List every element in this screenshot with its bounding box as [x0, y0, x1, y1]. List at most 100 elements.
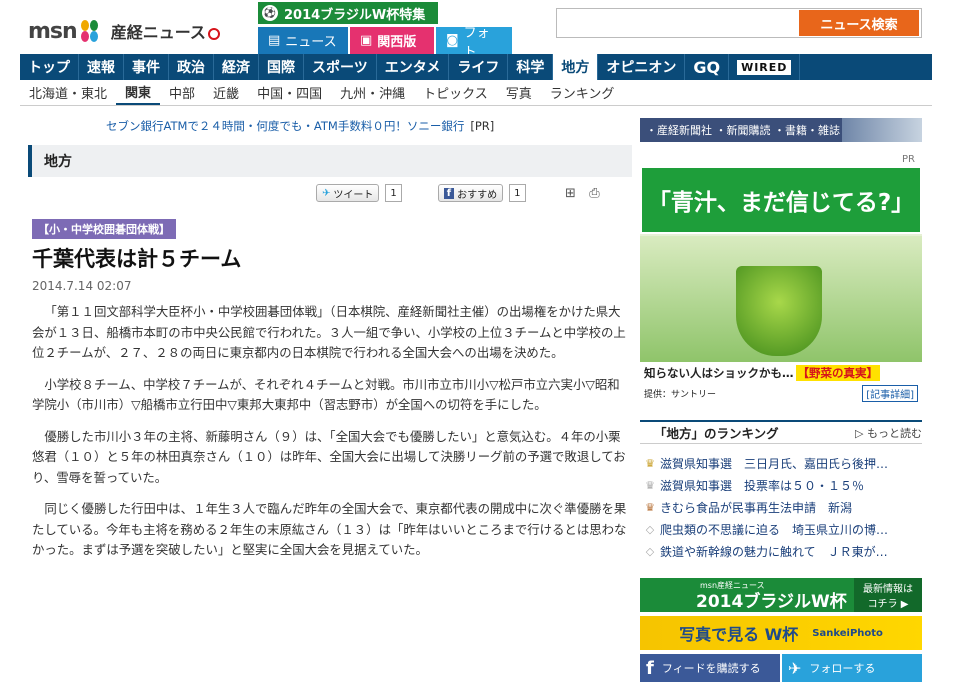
article-body: 「第１１回文部科学大臣杯小・中学校囲碁団体戦」（日本棋院、産経新聞社主催）の出場… — [32, 302, 632, 572]
nav-gq[interactable]: GQ — [685, 54, 730, 80]
subnav-kinki[interactable]: 近畿 — [204, 80, 248, 105]
article-paragraph: 優勝した市川小３年の主将、新藤明さん（９）は、「全国大会でも優勝したい」と意気込… — [32, 428, 626, 485]
news-search-button[interactable]: ニュース検索 — [799, 10, 919, 36]
wcup-banner-brand: msn産経ニュース — [700, 581, 765, 590]
building-image — [842, 118, 922, 142]
article-title: 千葉代表は計５チーム — [32, 247, 242, 271]
ranking-item[interactable]: ♛ きむら食品が民事再生法申請 新潟 — [640, 496, 922, 518]
ad-detail-link[interactable]: [記事詳細] — [862, 384, 918, 402]
subnav-ranking[interactable]: ランキング — [541, 80, 624, 105]
subnav-hokkaido-tohoku[interactable]: 北海道・東北 — [20, 80, 116, 105]
ranking-list: ♛ 滋賀県知事選 三日月氏、嘉田氏ら後押… ♛ 滋賀県知事選 投票率は５０・１５％ … — [640, 452, 922, 562]
ad-caption-highlight: 【野菜の真実】 — [795, 365, 880, 381]
ranking-more-link[interactable]: ▷ もっと読む — [855, 425, 922, 441]
nav-science[interactable]: 科学 — [508, 54, 554, 80]
subnav-photos[interactable]: 写真 — [497, 80, 541, 105]
facebook-recommend-button[interactable]: f おすすめ — [437, 184, 504, 202]
section-title: 地方 — [28, 145, 632, 177]
wcup-banner[interactable]: msn産経ニュース 2014ブラジルW杯 最新情報は コチラ ▶ — [640, 578, 922, 612]
nav-sports[interactable]: スポーツ — [304, 54, 377, 80]
chevron-right-icon: ◇ — [645, 522, 655, 536]
tweet-label: ツイート — [333, 189, 374, 201]
subnav-kanto[interactable]: 関東 — [116, 80, 161, 105]
subnav-topics[interactable]: トピックス — [414, 80, 497, 105]
wcup-tab-label: 2014ブラジルW杯特集 — [284, 7, 426, 23]
subnav-chugoku-shikoku[interactable]: 中国・四国 — [248, 80, 331, 105]
pr-ad-link[interactable]: セブン銀行ATMで２４時間・何度でも・ATM手数料０円！ソニー銀行 — [106, 119, 464, 133]
green-juice-glass-image — [736, 266, 822, 356]
subnav-chubu[interactable]: 中部 — [160, 80, 204, 105]
ranking-item-label: きむら食品が民事再生法申請 新潟 — [660, 500, 853, 515]
twitter-bird-icon: ✈ — [322, 187, 331, 199]
twitter-follow-label: フォローする — [809, 662, 876, 675]
twitter-follow-button[interactable]: ✈ フォローする — [782, 654, 922, 682]
ranking-item-label: 滋賀県知事選 三日月氏、嘉田氏ら後押… — [660, 456, 889, 471]
hatena-bookmark-icon[interactable]: ⊞ — [562, 184, 580, 202]
wired-logo: WIRED — [737, 59, 792, 75]
nav-local[interactable]: 地方 — [553, 54, 599, 80]
tab-kansai-label: 関西版 — [377, 35, 417, 50]
sankei-mark-icon — [207, 27, 220, 40]
facebook-icon: f — [443, 187, 455, 199]
wcup-special-tab[interactable]: ⚽ 2014ブラジルW杯特集 — [258, 2, 438, 24]
ad-caption-text: 知らない人はショックかも… — [644, 366, 794, 380]
tweet-count: 1 — [385, 184, 402, 202]
msn-butterfly-icon — [80, 20, 101, 42]
crown-bronze-icon: ♛ — [645, 500, 655, 514]
aojiru-advertisement[interactable]: 「青汁、まだ信じてる?」 知らない人はショックかも… 【野菜の真実】 提供：サント… — [640, 166, 922, 402]
tab-news-label: ニュース — [285, 35, 337, 50]
ad-headline: 「青汁、まだ信じてる?」 — [640, 166, 922, 234]
ranking-item[interactable]: ♛ 滋賀県知事選 三日月氏、嘉田氏ら後押… — [640, 452, 922, 474]
print-icon[interactable]: ⎙ — [586, 184, 604, 202]
facebook-icon: f — [646, 657, 654, 679]
crown-gold-icon: ♛ — [645, 456, 655, 470]
ad-sponsor: 提供：サントリー — [644, 389, 717, 400]
sankei-links-banner[interactable]: ・産経新聞社 ・新聞購読 ・書籍・雑誌 — [640, 118, 922, 142]
crown-silver-icon: ♛ — [645, 478, 655, 492]
site-subtabs: ▤ ニュース ▣ 関西版 ◙ フォト — [258, 26, 512, 60]
site-logo[interactable]: msn 産経ニュース — [28, 14, 220, 48]
nav-politics[interactable]: 政治 — [169, 54, 214, 80]
article-paragraph: 「第１１回文部科学大臣杯小・中学校囲碁団体戦」（日本棋院、産経新聞社主催）の出場… — [32, 304, 626, 360]
nav-breaking[interactable]: 速報 — [79, 54, 124, 80]
like-count: 1 — [509, 184, 526, 202]
wcup-side-bottom: コチラ ▶ — [867, 599, 909, 610]
share-toolbar: ✈ ツイート 1 f おすすめ 1 ⊞ ⎙ — [316, 184, 604, 202]
nav-top[interactable]: トップ — [20, 54, 79, 80]
tab-photo[interactable]: ◙ フォト — [436, 26, 512, 60]
pr-tag: [PR] — [470, 119, 495, 133]
ranking-item[interactable]: ◇ 爬虫類の不思議に迫る 埼玉県立川の博… — [640, 518, 922, 540]
nav-economy[interactable]: 経済 — [214, 54, 259, 80]
article-paragraph: 同じく優勝した行田中は、１年生３人で臨んだ昨年の全国大会で、東京都代表の開成中に… — [32, 501, 627, 557]
tab-news[interactable]: ▤ ニュース — [258, 27, 348, 54]
recommend-label: おすすめ — [457, 189, 498, 201]
tab-kansai[interactable]: ▣ 関西版 — [350, 27, 434, 54]
tweet-button[interactable]: ✈ ツイート — [316, 184, 380, 202]
document-icon: ▣ — [360, 33, 373, 48]
nav-international[interactable]: 国際 — [259, 54, 304, 80]
ranking-item-label: 滋賀県知事選 投票率は５０・１５％ — [660, 478, 865, 493]
nav-entertainment[interactable]: エンタメ — [377, 54, 450, 80]
facebook-feed-label: フィードを購読する — [661, 662, 761, 675]
ranking-item-label: 鉄道や新幹線の魅力に触れて ＪＲ東が… — [660, 544, 888, 559]
nav-incidents[interactable]: 事件 — [124, 54, 169, 80]
ad-footer: 提供：サントリー [記事詳細] — [640, 384, 922, 402]
search-input[interactable] — [561, 12, 793, 34]
nav-life[interactable]: ライフ — [449, 54, 509, 80]
subnav-kyushu-okinawa[interactable]: 九州・沖縄 — [331, 80, 414, 105]
ranking-item[interactable]: ◇ 鉄道や新幹線の魅力に触れて ＪＲ東が… — [640, 540, 922, 562]
pr-text-ad[interactable]: セブン銀行ATMで２４時間・何度でも・ATM手数料０円！ソニー銀行 [PR] — [106, 118, 494, 134]
ranking-item[interactable]: ♛ 滋賀県知事選 投票率は５０・１５％ — [640, 474, 922, 496]
sankei-news-logo: 産経ニュース — [111, 19, 220, 43]
msn-logo: msn — [28, 18, 78, 44]
photo-banner-brand: SankeiPhoto — [812, 627, 883, 639]
sankei-photo-banner[interactable]: 写真で見る W杯 SankeiPhoto — [640, 616, 922, 650]
camera-icon: ◙ — [446, 33, 459, 48]
main-nav: トップ 速報 事件 政治 経済 国際 スポーツ エンタメ ライフ 科学 地方 オ… — [20, 54, 932, 80]
nav-wired[interactable]: WIRED — [729, 54, 801, 80]
region-subnav: 北海道・東北 関東 中部 近畿 中国・四国 九州・沖縄 トピックス 写真 ランキ… — [20, 80, 932, 106]
news-icon: ▤ — [268, 33, 281, 48]
nav-opinion[interactable]: オピニオン — [598, 54, 686, 80]
chevron-right-icon: ◇ — [645, 544, 655, 558]
facebook-feed-button[interactable]: f フィードを購読する — [640, 654, 780, 682]
